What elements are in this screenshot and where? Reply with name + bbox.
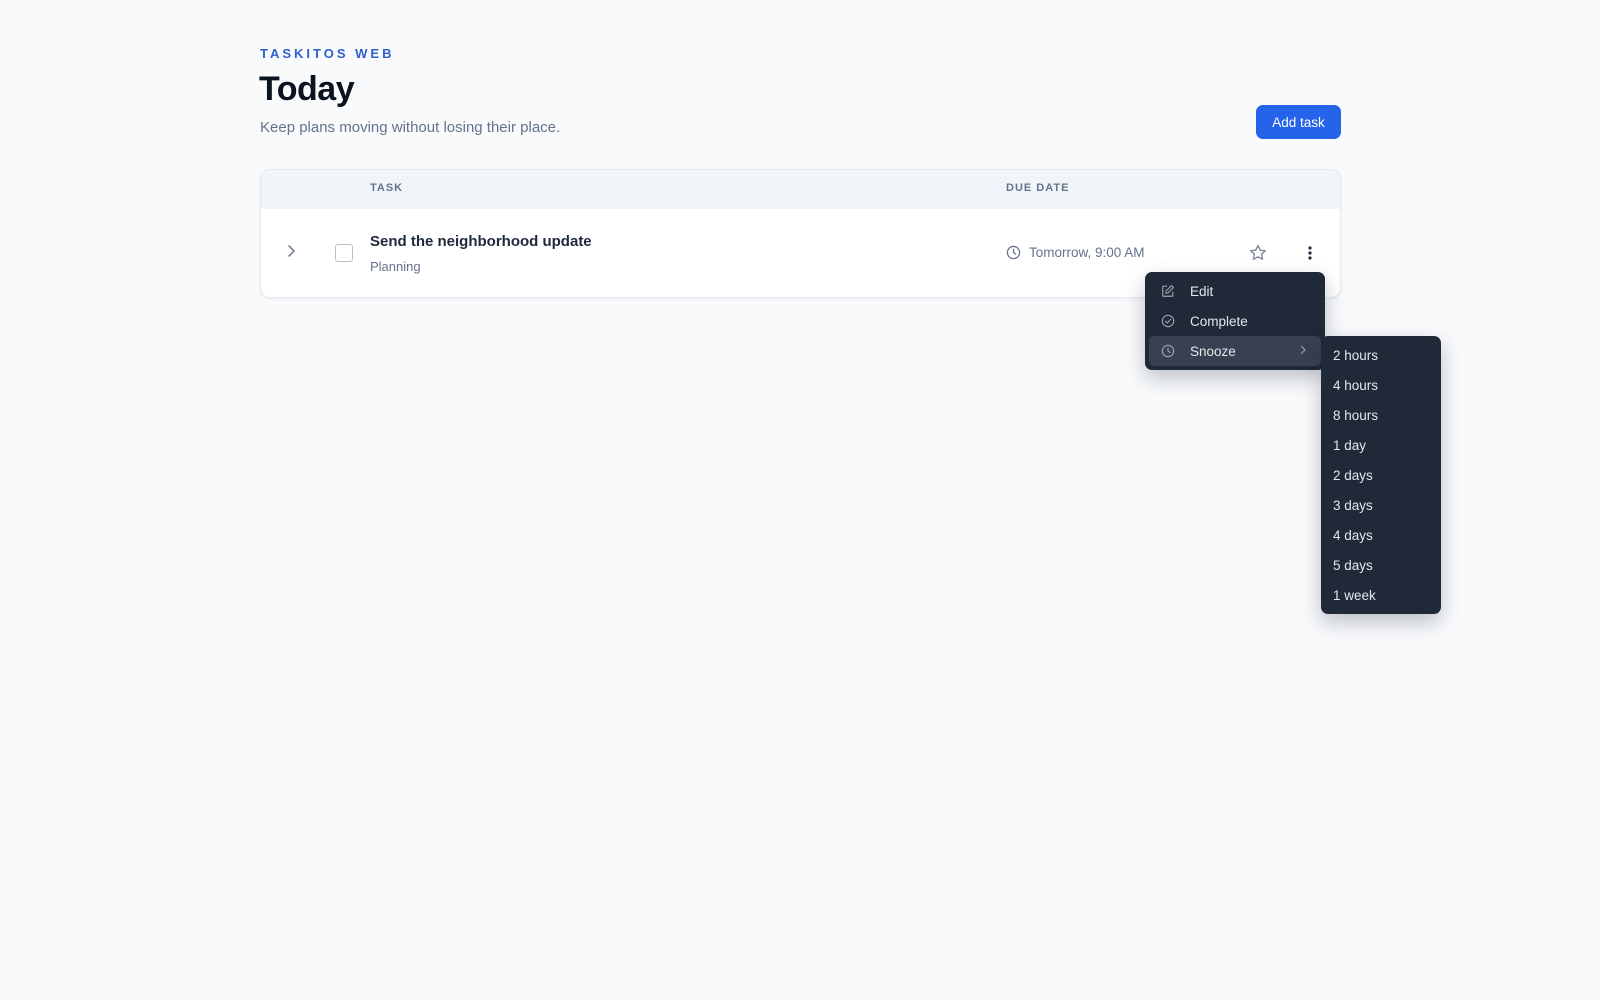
menu-item-label: Snooze (1190, 343, 1236, 359)
snooze-option-3-days[interactable]: 3 days (1321, 490, 1441, 520)
snooze-option-2-hours[interactable]: 2 hours (1321, 340, 1441, 370)
snooze-submenu: 2 hours 4 hours 8 hours 1 day 2 days 3 d… (1321, 336, 1441, 614)
task-due-date: Tomorrow, 9:00 AM (1029, 245, 1145, 260)
menu-item-snooze[interactable]: Snooze (1149, 336, 1321, 366)
column-header-task: TASK (370, 182, 404, 194)
table-header: TASK DUE DATE (261, 170, 1340, 209)
snooze-option-5-days[interactable]: 5 days (1321, 550, 1441, 580)
task-context-menu: Edit Complete Snooze (1145, 272, 1325, 370)
more-vertical-icon[interactable] (1300, 242, 1320, 264)
clock-icon (1006, 245, 1021, 260)
snooze-option-1-day[interactable]: 1 day (1321, 430, 1441, 460)
check-circle-icon (1161, 314, 1175, 328)
add-task-button[interactable]: Add task (1256, 105, 1341, 139)
snooze-option-1-week[interactable]: 1 week (1321, 580, 1441, 610)
edit-icon (1161, 284, 1175, 298)
task-project-tag: Planning (370, 259, 421, 274)
menu-item-label: Complete (1190, 313, 1248, 329)
menu-item-label: Edit (1190, 283, 1214, 299)
snooze-option-4-days[interactable]: 4 days (1321, 520, 1441, 550)
task-title[interactable]: Send the neighborhood update (370, 233, 592, 250)
menu-item-complete[interactable]: Complete (1149, 306, 1321, 336)
star-icon[interactable] (1247, 242, 1269, 264)
app-name: TASKITOS WEB (260, 46, 395, 61)
task-checkbox[interactable] (335, 244, 353, 262)
page-subtitle: Keep plans moving without losing their p… (260, 119, 561, 136)
snooze-option-2-days[interactable]: 2 days (1321, 460, 1441, 490)
menu-item-edit[interactable]: Edit (1149, 276, 1321, 306)
chevron-right-icon (1299, 345, 1309, 357)
page: TASKITOS WEB Today Keep plans moving wit… (0, 0, 1600, 1000)
clock-icon (1161, 344, 1175, 358)
snooze-option-4-hours[interactable]: 4 hours (1321, 370, 1441, 400)
page-title: Today (259, 70, 355, 108)
chevron-right-icon[interactable] (281, 241, 301, 261)
snooze-option-8-hours[interactable]: 8 hours (1321, 400, 1441, 430)
column-header-due-date: DUE DATE (1006, 182, 1070, 194)
